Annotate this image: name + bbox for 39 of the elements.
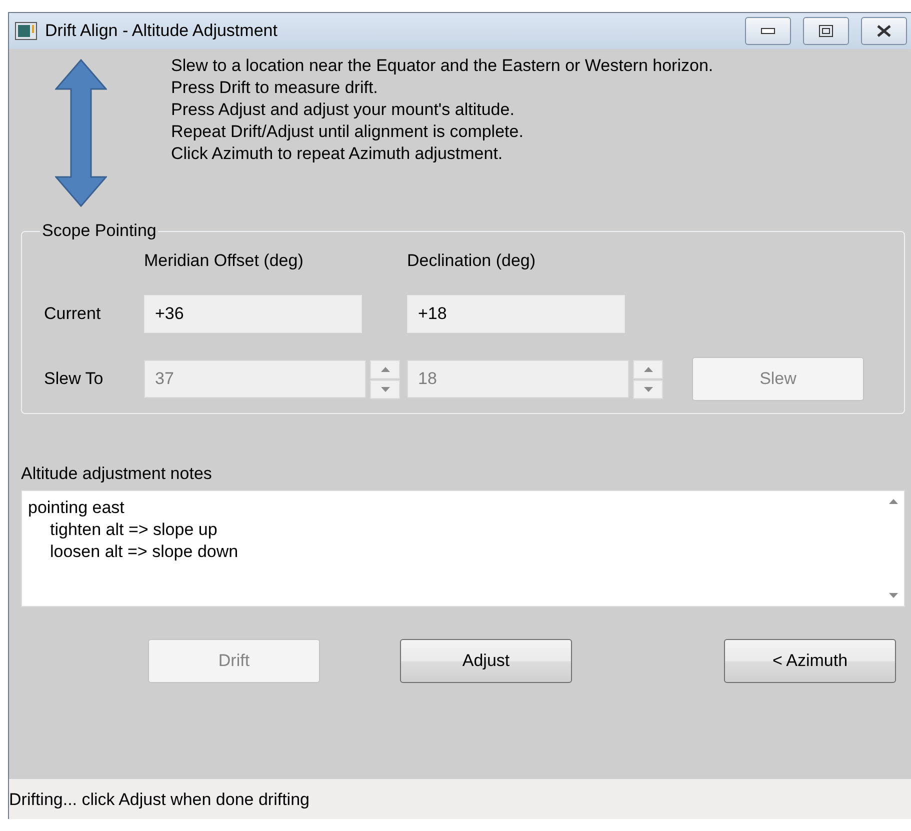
instruction-text: Repeat Drift/Adjust until alignment is complete. xyxy=(171,121,524,143)
row-label: Current xyxy=(44,304,102,324)
close-icon xyxy=(876,25,892,37)
down-arrow-icon xyxy=(644,386,652,392)
instruction-text: Click Azimuth to repeat Azimuth adjustment. xyxy=(171,143,504,165)
down-arrow-icon xyxy=(380,386,390,392)
action-button[interactable]: < Azimuth xyxy=(724,639,896,683)
restore-icon xyxy=(819,25,833,37)
notes-textarea[interactable]: pointing east tighten alt => slope up loosen alt => slope down xyxy=(21,490,905,607)
up-arrow-icon xyxy=(888,499,898,504)
row-label: Slew To xyxy=(44,369,104,389)
up-arrow-icon xyxy=(644,366,652,372)
up-arrow-icon xyxy=(380,366,390,372)
spin-down-button[interactable] xyxy=(370,380,400,398)
column-header: Declination (deg) xyxy=(407,251,537,271)
notes-label: Altitude adjustment notes xyxy=(21,464,213,484)
maximize-button[interactable] xyxy=(803,17,849,45)
instruction-text: Press Adjust and adjust your mount's altitude. xyxy=(171,99,516,121)
readout-field: +36 xyxy=(144,295,362,333)
spin-up-button[interactable] xyxy=(370,360,400,378)
readout-field: +18 xyxy=(407,295,625,333)
minimize-icon xyxy=(761,28,775,34)
spin-down-button[interactable] xyxy=(633,380,663,398)
window-title: Drift Align - Altitude Adjustment xyxy=(45,21,278,41)
app-icon xyxy=(15,22,37,40)
action-button[interactable]: Adjust xyxy=(400,639,572,683)
column-header: Meridian Offset (deg) xyxy=(144,251,304,271)
note-line: pointing east xyxy=(28,497,126,519)
group-title: Scope Pointing xyxy=(41,221,158,241)
vertical-double-arrow-icon xyxy=(55,59,107,207)
close-button[interactable] xyxy=(861,17,907,45)
status-text: Drifting... click Adjust when done drifting xyxy=(9,790,310,810)
instruction-text: Slew to a location near the Equator and the Eastern or Western horizon. xyxy=(171,55,714,77)
note-line: tighten alt => slope up xyxy=(49,519,218,541)
spin-up-button[interactable] xyxy=(633,360,663,378)
down-arrow-icon xyxy=(888,593,898,598)
minimize-button[interactable] xyxy=(745,17,791,45)
note-line: loosen alt => slope down xyxy=(49,541,240,563)
instruction-text: Press Drift to measure drift. xyxy=(171,77,379,99)
